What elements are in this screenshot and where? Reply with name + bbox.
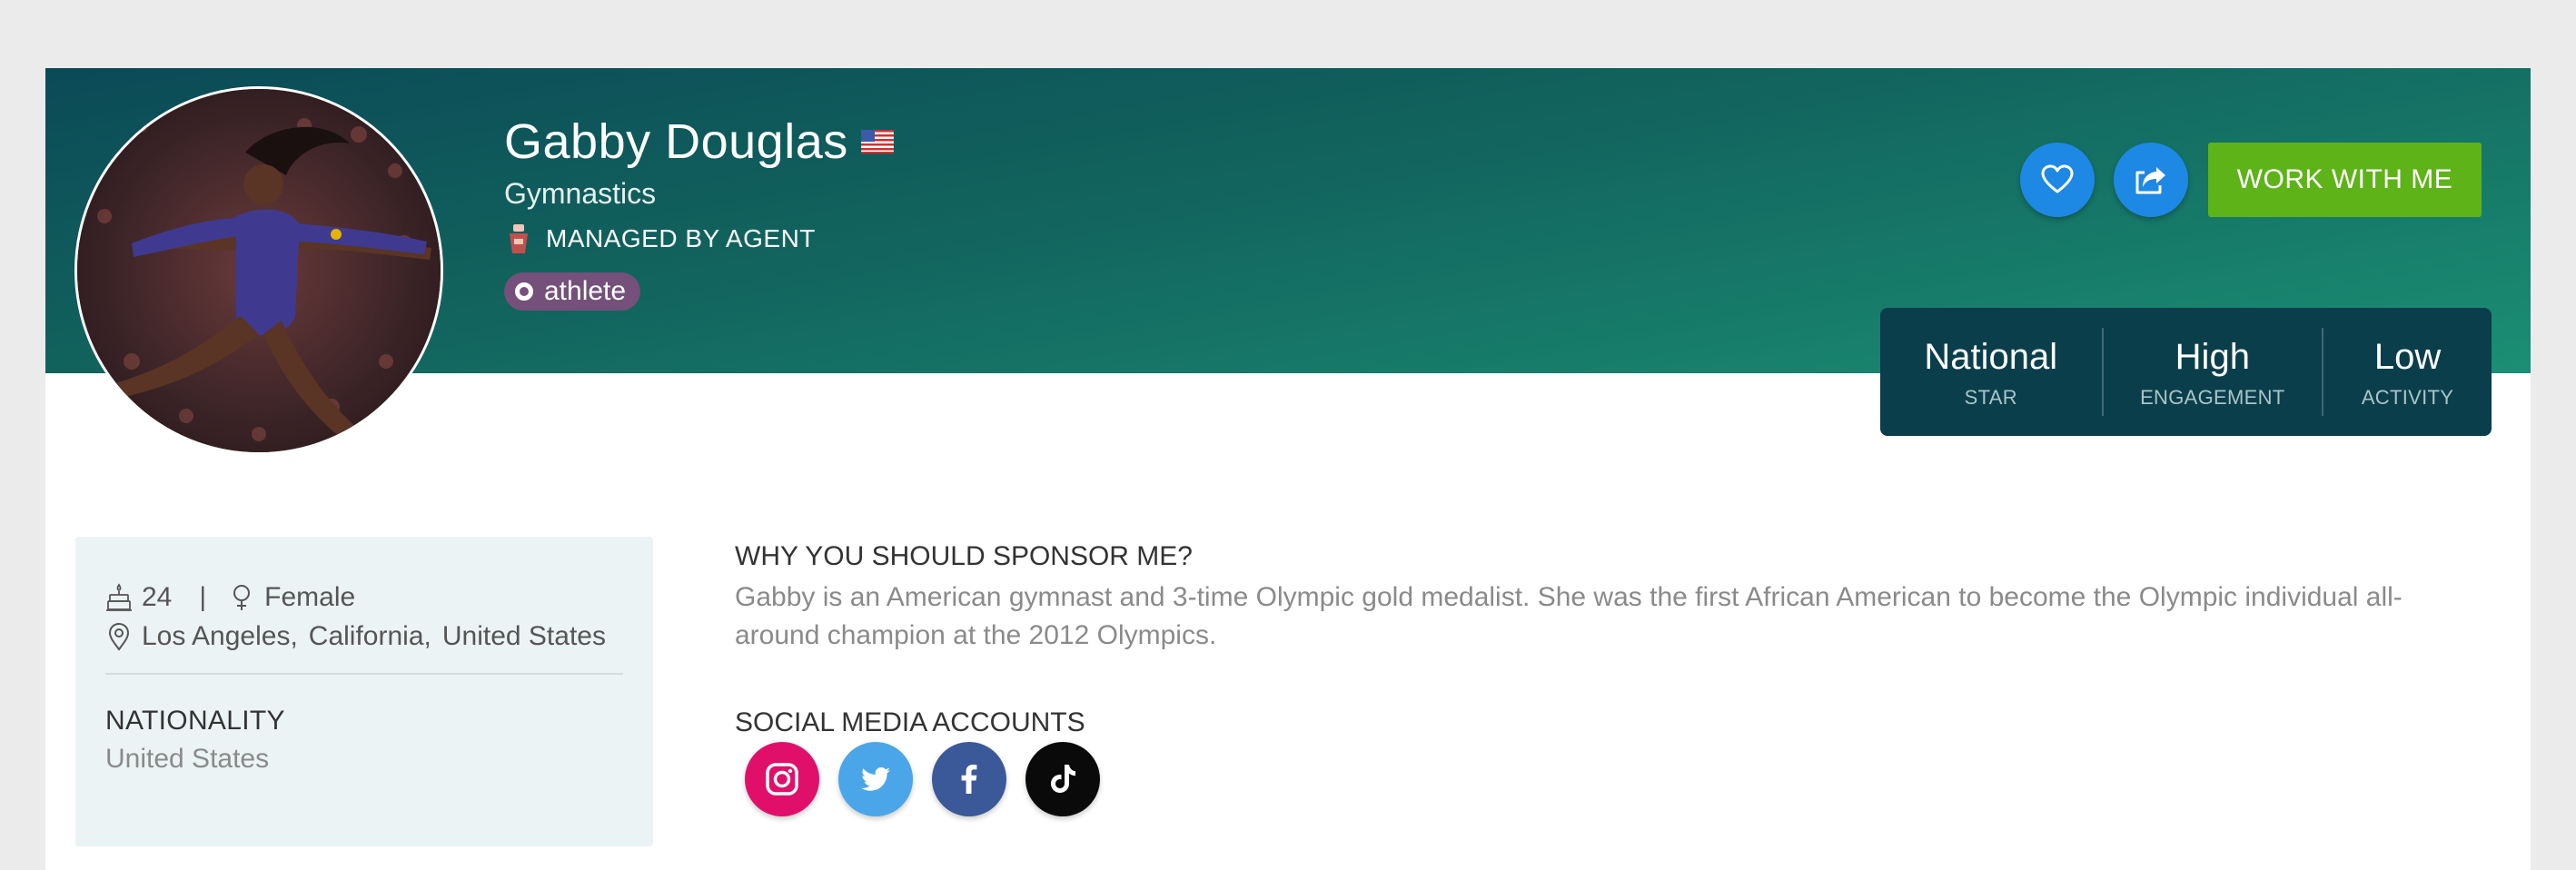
instagram-link[interactable] xyxy=(745,742,819,816)
age-value: 24 xyxy=(142,582,173,612)
tiktok-link[interactable] xyxy=(1025,742,1100,816)
nationality-value: United States xyxy=(105,744,270,774)
twitter-link[interactable] xyxy=(838,742,913,816)
age-gender-row: 24 | Female xyxy=(105,582,355,613)
stat-value: National xyxy=(1924,336,2058,377)
badge-label: athlete xyxy=(544,276,627,306)
social-heading: SOCIAL MEDIA ACCOUNTS xyxy=(735,707,1085,737)
managed-label: MANAGED BY AGENT xyxy=(546,224,816,252)
name-row: Gabby Douglas xyxy=(504,114,894,170)
stat-label: STAR xyxy=(1964,385,2017,409)
stat-star: National STAR xyxy=(1880,308,2102,436)
heart-icon xyxy=(2039,162,2076,198)
us-flag-icon xyxy=(860,130,894,153)
athlete-badge: athlete xyxy=(504,272,641,311)
instagram-icon xyxy=(762,759,802,799)
stat-label: ENGAGEMENT xyxy=(2140,385,2285,409)
profile-card: Gabby Douglas Gymnastics MANAGED BY AGEN… xyxy=(45,68,2531,870)
stats-panel: National STAR High ENGAGEMENT Low ACTIVI… xyxy=(1880,308,2492,436)
stat-value: Low xyxy=(2373,336,2442,377)
share-button[interactable] xyxy=(2114,143,2188,217)
avatar xyxy=(74,86,443,455)
stat-value: High xyxy=(2175,336,2250,377)
location-pin-icon xyxy=(105,622,142,651)
stat-activity: Low ACTIVITY xyxy=(2323,308,2492,436)
facebook-link[interactable] xyxy=(932,742,1006,816)
athlete-name: Gabby Douglas xyxy=(504,114,848,169)
stat-engagement: High ENGAGEMENT xyxy=(2104,308,2323,436)
work-with-me-button[interactable]: WORK WITH ME xyxy=(2208,143,2482,217)
separator: | xyxy=(199,582,207,612)
managed-by-agent: MANAGED BY AGENT xyxy=(504,222,816,255)
share-icon xyxy=(2133,162,2169,198)
country: United States xyxy=(441,621,606,651)
circle-icon xyxy=(515,282,533,301)
sponsor-heading: WHY YOU SHOULD SPONSOR ME? xyxy=(735,541,1193,571)
gender-icon xyxy=(228,583,264,612)
tiktok-icon xyxy=(1043,759,1083,799)
twitter-icon xyxy=(856,759,896,799)
cake-icon xyxy=(105,583,142,612)
agent-icon xyxy=(504,222,533,255)
sponsor-description: Gabby is an American gymnast and 3-time … xyxy=(735,582,2403,650)
location-row: Los Angeles, California, United States xyxy=(105,621,606,652)
city: Los Angeles, xyxy=(142,621,298,651)
stat-label: ACTIVITY xyxy=(2361,385,2454,409)
divider xyxy=(105,673,623,675)
sport-label: Gymnastics xyxy=(504,177,657,210)
favorite-button[interactable] xyxy=(2020,143,2095,217)
gender-value: Female xyxy=(264,582,356,612)
nationality-label: NATIONALITY xyxy=(105,706,285,736)
state: California, xyxy=(308,621,431,651)
facebook-icon xyxy=(949,759,989,799)
info-panel: 24 | Female Los Angeles, California, Uni… xyxy=(75,537,653,846)
